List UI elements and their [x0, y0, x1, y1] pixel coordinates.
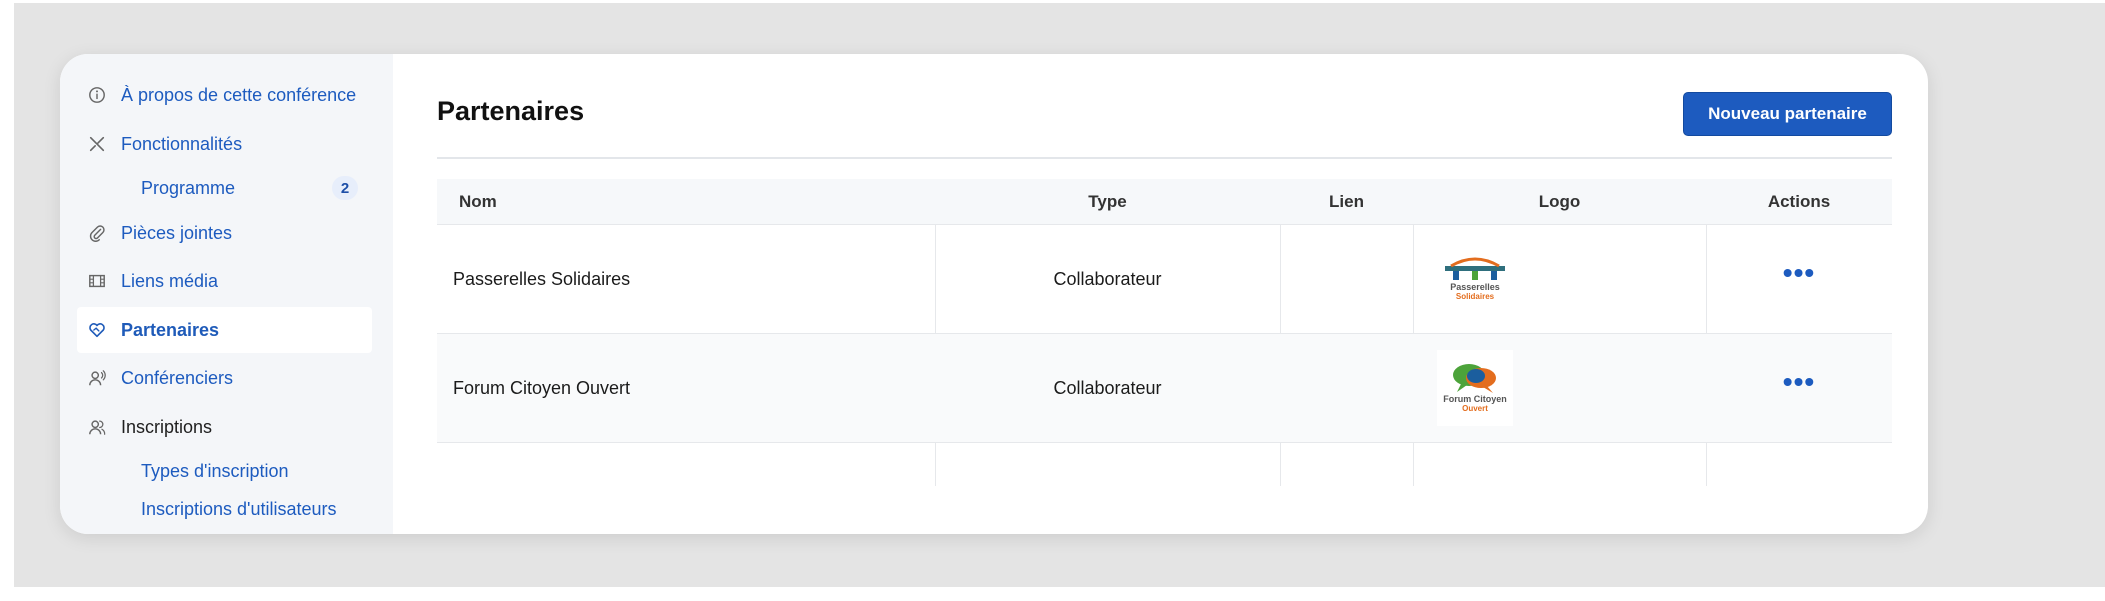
- partner-name: Passerelles Solidaires: [453, 268, 631, 289]
- title-divider: [437, 157, 1892, 159]
- sidebar-item-registrations[interactable]: Inscriptions: [77, 404, 372, 450]
- logo-text: Forum Citoyen: [1443, 394, 1507, 404]
- table-header: Nom Type Lien Logo Actions: [437, 179, 1892, 224]
- sidebar-item-media-links[interactable]: Liens média: [77, 258, 372, 304]
- sidebar-item-label: Types d'inscription: [141, 460, 289, 481]
- tools-icon: [87, 134, 107, 154]
- sidebar-item-partners[interactable]: Partenaires: [77, 307, 372, 353]
- sidebar-item-about[interactable]: À propos de cette conférence: [77, 72, 372, 118]
- table-row: Forum Citoyen Ouvert Collaborateur Forum…: [437, 333, 1892, 442]
- column-header-logo[interactable]: Logo: [1413, 179, 1706, 224]
- sidebar-item-attachments[interactable]: Pièces jointes: [77, 210, 372, 256]
- info-icon: [87, 85, 107, 105]
- sidebar-item-label: Pièces jointes: [121, 222, 233, 243]
- sidebar-item-label: Conférenciers: [121, 367, 234, 388]
- sidebar-item-features[interactable]: Fonctionnalités: [77, 121, 372, 167]
- column-header-type[interactable]: Type: [935, 179, 1280, 224]
- table-bottom-border: [437, 442, 1892, 443]
- sidebar-subitem-programme[interactable]: Programme: [141, 172, 235, 204]
- more-actions-icon[interactable]: •••: [1783, 259, 1815, 290]
- page-title: Partenaires: [437, 96, 585, 126]
- table-row: Passerelles Solidaires Collaborateur Pas…: [437, 224, 1892, 333]
- paperclip-icon: [87, 223, 107, 243]
- column-header-actions: Actions: [1767, 191, 1831, 211]
- more-actions-icon[interactable]: •••: [1783, 368, 1815, 399]
- conference-settings-card: À propos de cette conférence Fonctionnal…: [60, 54, 1928, 534]
- partner-logo-cell: Passerelles Solidaires: [1437, 225, 1513, 333]
- sidebar-item-label: Partenaires: [121, 319, 220, 340]
- film-icon: [87, 271, 107, 291]
- users-icon: [87, 417, 107, 437]
- sidebar-item-label: Inscriptions d'utilisateurs: [141, 498, 337, 519]
- actions-cell: •••: [1706, 334, 1892, 442]
- speaker-icon: [87, 368, 107, 388]
- partner-link: [1280, 225, 1413, 333]
- bridge-logo-icon: [1445, 257, 1505, 280]
- partner-link: [1280, 334, 1413, 442]
- logo-text: Passerelles: [1450, 282, 1500, 292]
- partner-logo: Forum Citoyen Ouvert: [1437, 350, 1513, 426]
- sidebar-item-label: À propos de cette conférence: [121, 84, 357, 105]
- partners-table: Nom Type Lien Logo Actions Passerelles S…: [437, 179, 1892, 486]
- partner-type: Collaborateur: [1053, 268, 1162, 289]
- sidebar-subitem-registration-types[interactable]: Types d'inscription: [141, 455, 289, 487]
- partner-logo: Passerelles Solidaires: [1437, 241, 1513, 317]
- heart-handshake-icon: [87, 320, 107, 340]
- sidebar-item-label: Inscriptions: [121, 416, 213, 437]
- partner-type: Collaborateur: [1053, 377, 1162, 398]
- sidebar-item-label: Fonctionnalités: [121, 133, 243, 154]
- column-header-link[interactable]: Lien: [1280, 179, 1413, 224]
- actions-cell: •••: [1706, 225, 1892, 333]
- sidebar: À propos de cette conférence Fonctionnal…: [60, 54, 393, 534]
- sidebar-item-speakers[interactable]: Conférenciers: [77, 355, 372, 401]
- sidebar-item-label: Programme: [141, 177, 236, 198]
- column-header-name[interactable]: Nom: [459, 179, 497, 224]
- new-partner-button[interactable]: Nouveau partenaire: [1683, 92, 1892, 136]
- programme-count-badge: 2: [332, 176, 358, 200]
- logo-text: Ouvert: [1462, 404, 1488, 413]
- sidebar-subitem-user-registrations[interactable]: Inscriptions d'utilisateurs: [141, 493, 337, 525]
- partner-logo-cell: Forum Citoyen Ouvert: [1437, 334, 1513, 442]
- logo-text: Solidaires: [1455, 292, 1495, 301]
- partner-name: Forum Citoyen Ouvert: [453, 377, 631, 398]
- speech-bubbles-logo-icon: [1453, 364, 1496, 393]
- sidebar-item-label: Liens média: [121, 270, 219, 291]
